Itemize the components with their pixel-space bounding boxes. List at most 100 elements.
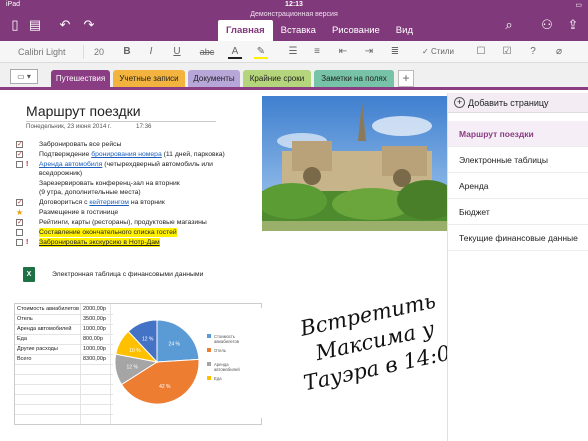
grid-line xyxy=(110,304,111,424)
tab-draw[interactable]: Рисование xyxy=(324,20,388,41)
status-bar: iPad 12:13 ▭ xyxy=(0,0,588,10)
attach-icon[interactable]: ⌀ xyxy=(552,45,566,59)
todo-link[interactable]: кейтерингом xyxy=(89,199,129,206)
section-tab-accounts[interactable]: Учетные записи xyxy=(113,70,185,87)
todo-text-part: Договориться с xyxy=(39,199,90,206)
section-tab-documents[interactable]: Документы xyxy=(188,70,240,87)
tab-home[interactable]: Главная xyxy=(218,20,273,41)
checkbox-checked[interactable]: ✓ xyxy=(16,151,23,158)
tag-icon[interactable]: ☐ xyxy=(474,45,488,59)
excel-attachment-label[interactable]: Электронная таблица с финансовыми данным… xyxy=(52,271,203,278)
legend-swatch xyxy=(207,348,211,352)
checkbox-unchecked[interactable] xyxy=(16,229,23,236)
page-item-budget[interactable]: Бюджет xyxy=(448,199,588,225)
page-item-rental[interactable]: Аренда xyxy=(448,173,588,199)
share-icon[interactable]: ⇪ xyxy=(564,16,582,34)
styles-button[interactable]: ✓ Стили xyxy=(414,45,462,59)
todo-link[interactable]: бронирования номера xyxy=(91,151,162,158)
sheet-cell: Отель xyxy=(17,316,33,322)
battery-icon: ▭ xyxy=(575,2,582,9)
indent-icon[interactable]: ⇥ xyxy=(362,45,376,59)
sheet-cell: Стоимость авиабилетов xyxy=(17,306,79,312)
legend-swatch xyxy=(207,376,211,380)
checkbox-checked[interactable]: ✓ xyxy=(16,141,23,148)
tab-insert[interactable]: Вставка xyxy=(273,20,324,41)
todo-text: Подтверждение бронирования номера (11 дн… xyxy=(39,150,225,159)
page-title[interactable]: Маршрут поездки xyxy=(26,103,141,119)
star-icon[interactable]: ★ xyxy=(16,209,23,217)
pie-data-label: 12 % xyxy=(127,365,139,371)
sheet-cell: 800,00р xyxy=(83,336,103,342)
question-icon[interactable]: ? xyxy=(526,45,540,59)
sidebar-toggle-icon[interactable]: ▯ xyxy=(6,16,24,34)
search-icon[interactable]: ⌕ xyxy=(500,16,518,34)
italic-button[interactable]: I xyxy=(144,45,158,59)
sheet-cell: Другие расходы xyxy=(17,346,58,352)
sheet-row: Стоимость авиабилетов 2000,00р xyxy=(17,306,106,312)
todo-text: Договориться с кейтерингом на вторник xyxy=(39,198,165,207)
page-item-financial-data[interactable]: Текущие финансовые данные xyxy=(448,225,588,251)
outdent-icon[interactable]: ⇤ xyxy=(336,45,350,59)
app-header: iPad 12:13 ▭ Демонстрационная версия ▯ ▤… xyxy=(0,0,588,41)
section-tab-notes[interactable]: Заметки на полях xyxy=(314,70,394,87)
pie-data-label: 10 % xyxy=(129,348,141,354)
checkbox-checked[interactable]: ✓ xyxy=(16,219,23,226)
todo-text-part: Подтверждение xyxy=(39,151,92,158)
embedded-spreadsheet[interactable]: Стоимость авиабилетов 2000,00р Отель 3500,… xyxy=(14,303,263,425)
highlight-button[interactable]: ✎ xyxy=(254,45,268,59)
styles-label: Стили xyxy=(430,47,454,56)
todo-link[interactable]: Аренда автомобиля xyxy=(39,161,102,168)
bold-button[interactable]: B xyxy=(120,45,134,59)
redo-icon[interactable]: ↷ xyxy=(80,16,98,34)
todo-text: вседорожник) xyxy=(39,170,83,177)
task-check-icon[interactable]: ☑ xyxy=(500,45,514,59)
strikethrough-button[interactable]: abc xyxy=(196,45,218,59)
legend-swatch xyxy=(207,334,211,338)
sheet-row: Аренда автомобилей 1000,00р xyxy=(17,326,106,332)
underline-button[interactable]: U xyxy=(170,45,184,59)
section-tab-travel[interactable]: Путешествия xyxy=(51,70,110,87)
excel-file-icon[interactable]: X xyxy=(23,267,35,282)
bullet-list-icon[interactable]: ☰ xyxy=(286,45,300,59)
legend-label: Стоимость авиабилетов xyxy=(214,334,240,344)
todo-text: Забронировать все рейсы xyxy=(39,141,122,148)
add-page-button[interactable]: + Добавить страницу xyxy=(448,93,588,113)
numbered-list-icon[interactable]: ≡ xyxy=(310,45,324,59)
tab-view[interactable]: Вид xyxy=(388,20,421,41)
sheet-row: Отель 3500,00р xyxy=(17,316,106,322)
title-underline xyxy=(26,121,216,122)
sheet-cell: 2000,00р xyxy=(83,306,106,312)
legend-label: Отель xyxy=(214,348,227,353)
pie-data-label: 24 % xyxy=(169,342,181,348)
font-size-selector[interactable]: 20 xyxy=(88,45,110,59)
pie-data-label: 12 % xyxy=(142,337,154,343)
notebook-switcher[interactable]: ▭ ▾ xyxy=(10,69,38,84)
page-item-travel-route[interactable]: Маршрут поездки xyxy=(448,121,588,147)
page-item-spreadsheets[interactable]: Электронные таблицы xyxy=(448,147,588,173)
todo-text: Размещение в гостинице xyxy=(39,209,119,216)
checkbox-checked[interactable]: ✓ xyxy=(16,199,23,206)
legend-label: Еда xyxy=(214,376,222,381)
checkbox-unchecked[interactable] xyxy=(16,161,23,168)
todo-text-part: (четырехдверный автомобиль или xyxy=(102,161,213,168)
grid-line xyxy=(80,304,81,424)
font-color-button[interactable]: A xyxy=(228,45,242,59)
undo-icon[interactable]: ↶ xyxy=(56,16,74,34)
font-name-selector[interactable]: Calibri Light xyxy=(18,45,84,59)
align-icon[interactable]: ≣ xyxy=(388,45,402,59)
notebooks-icon[interactable]: ▤ xyxy=(26,16,44,34)
handwritten-note[interactable]: Встретить Максима у Тауэра в 14:00 xyxy=(290,284,466,397)
add-section-button[interactable]: + xyxy=(398,70,414,87)
checkbox-unchecked[interactable] xyxy=(16,239,23,246)
sheet-row: Другие расходы 1000,00р xyxy=(17,346,106,352)
sheet-cell: Еда xyxy=(17,336,27,342)
section-tab-deadlines[interactable]: Крайние сроки xyxy=(243,70,311,87)
important-icon: ! xyxy=(26,239,29,246)
notre-dame-photo xyxy=(262,96,447,231)
page-canvas[interactable]: Маршрут поездки Понедельник, 23 июня 201… xyxy=(0,93,465,441)
add-person-icon[interactable]: ⚇ xyxy=(538,16,556,34)
expense-pie-chart: 24 %42 %12 %10 %12 %Стоимость авиабилетов… xyxy=(113,308,263,418)
sheet-row: Еда 800,00р xyxy=(17,336,103,342)
todo-text-part: на вторник xyxy=(128,199,165,206)
todo-text: (9 утра, дополнительные места) xyxy=(39,189,141,196)
